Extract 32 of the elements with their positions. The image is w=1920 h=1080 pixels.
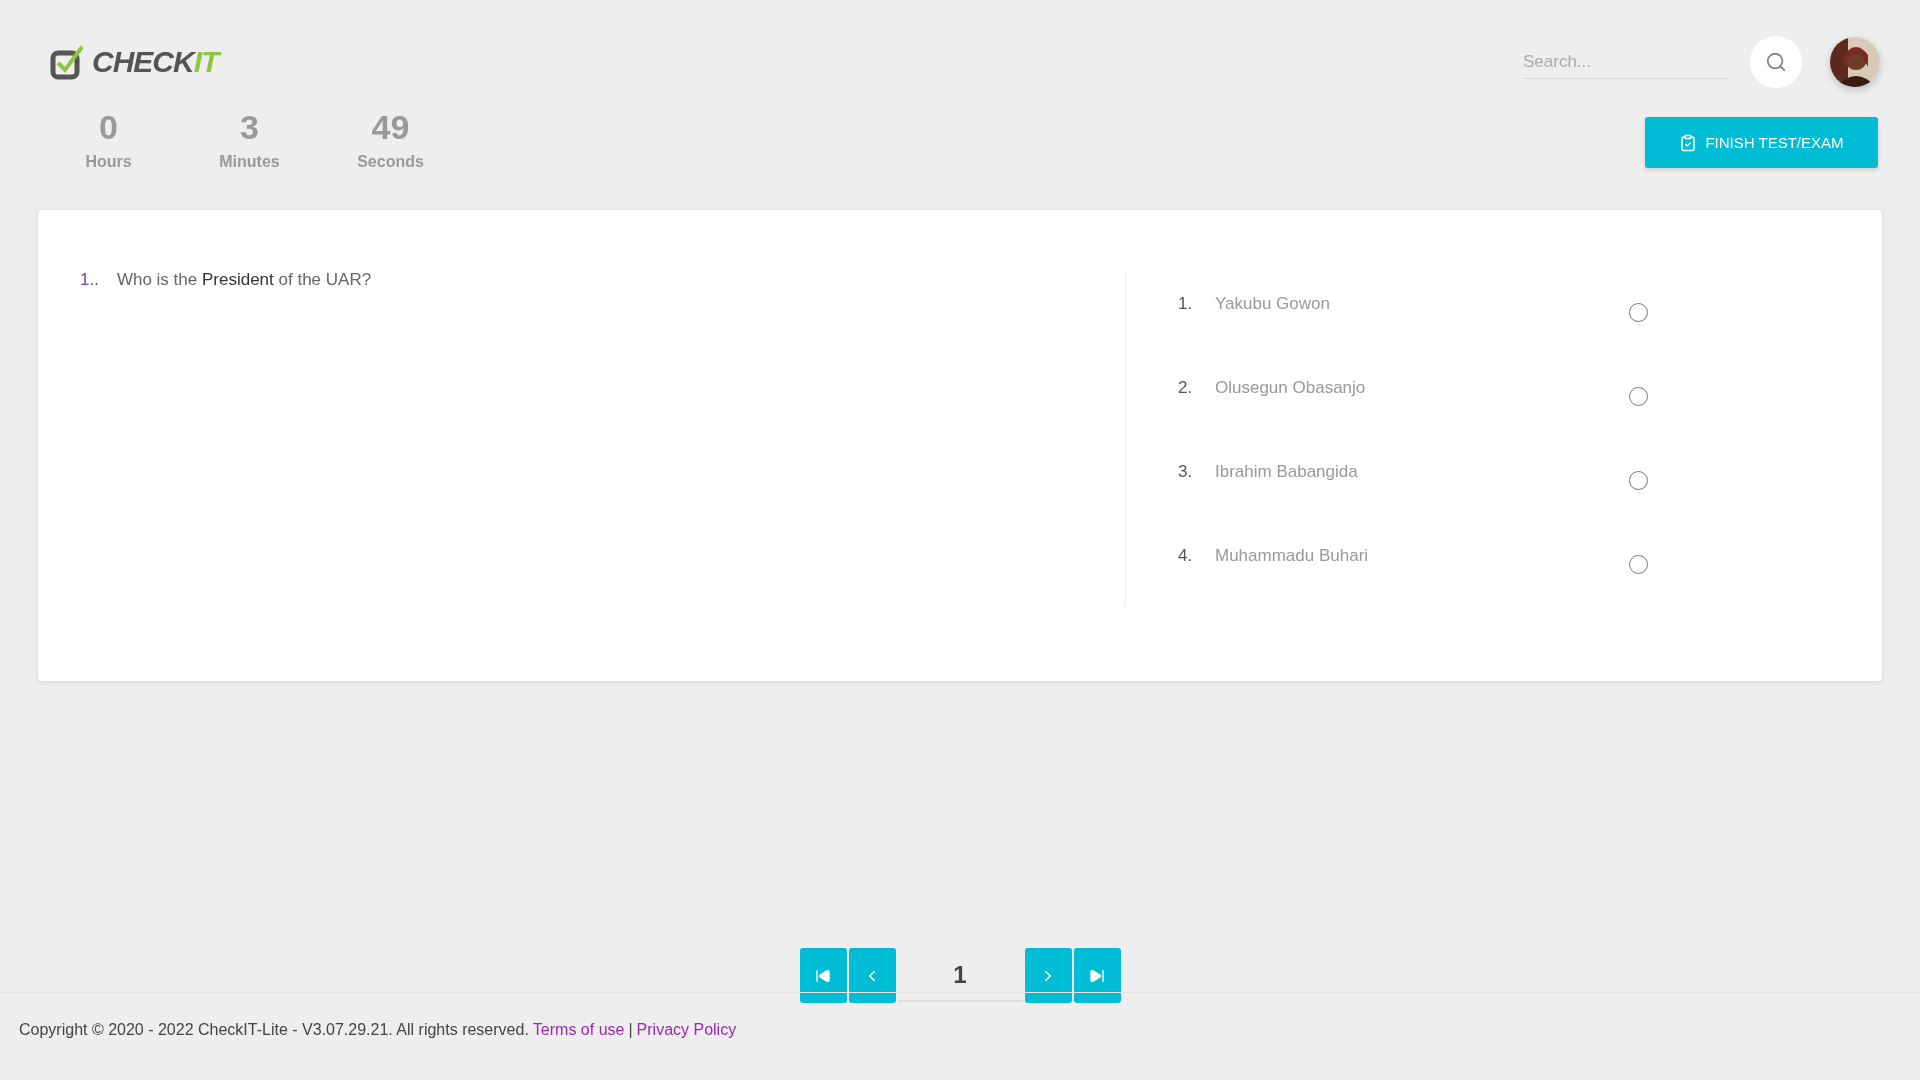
skip-forward-icon <box>1089 967 1105 984</box>
clipboard-check-icon <box>1679 133 1698 152</box>
option-text: Olusegun Obasanjo <box>1215 378 1367 398</box>
next-page-button[interactable] <box>1024 948 1072 1003</box>
option-text: Muhammadu Buhari <box>1215 546 1370 566</box>
first-page-button[interactable] <box>799 948 847 1003</box>
privacy-link[interactable]: Privacy Policy <box>636 1021 737 1080</box>
search-field[interactable]: Search... <box>1523 45 1728 79</box>
option-number: 4. <box>1178 546 1194 566</box>
copyright-text: Copyright © 2020 - 2022 CheckIT-Lite - V3.07.29.21. All rights reserved. <box>19 1021 529 1040</box>
skip-back-icon <box>815 967 831 984</box>
question-number: 1.. <box>80 270 99 290</box>
question-text: Who is the President of the UAR? <box>116 270 372 290</box>
page-number: 1 <box>897 949 1023 1002</box>
timer-unit: Hours <box>85 153 132 171</box>
link-separator: | <box>628 1021 633 1040</box>
timer-unit: Seconds <box>357 153 424 171</box>
timer-unit: Minutes <box>219 153 280 171</box>
option-number: 3. <box>1178 462 1194 482</box>
timer-value: 3 <box>240 108 259 147</box>
search-icon <box>1765 51 1787 73</box>
option-text: Yakubu Gowon <box>1215 294 1331 314</box>
search-button[interactable] <box>1750 36 1802 88</box>
terms-link[interactable]: Terms of use <box>532 1021 625 1080</box>
last-page-button[interactable] <box>1073 948 1121 1003</box>
option-number: 2. <box>1178 378 1194 398</box>
option-text: Ibrahim Babangida <box>1215 462 1359 482</box>
timer-value: 49 <box>371 108 410 147</box>
previous-page-button[interactable] <box>848 948 896 1003</box>
option-number: 1. <box>1178 294 1194 314</box>
timer-value: 0 <box>99 108 118 147</box>
checkbox-logo-icon <box>50 44 86 80</box>
